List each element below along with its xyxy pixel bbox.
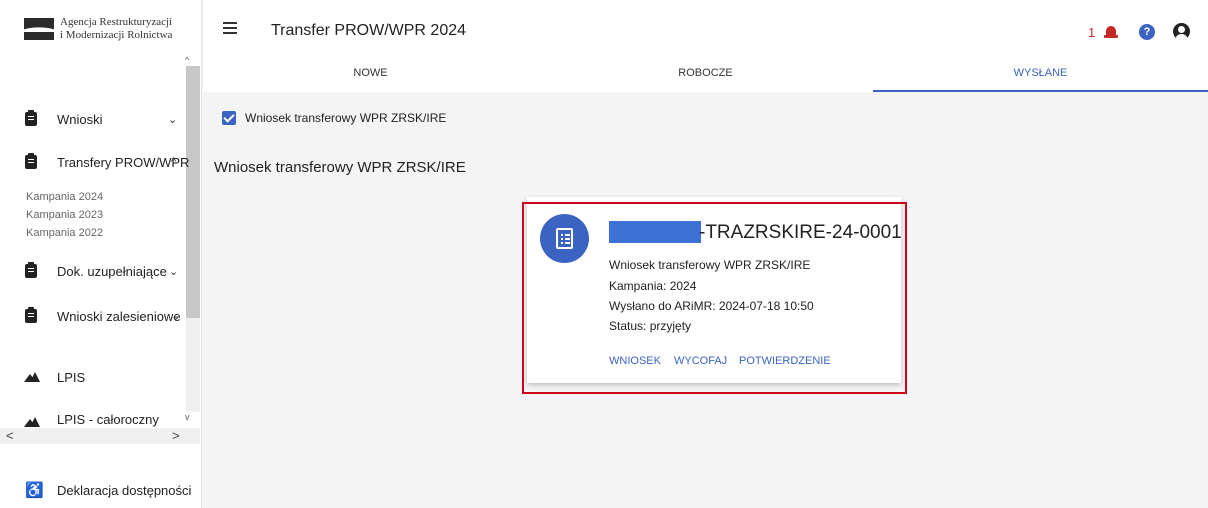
application-campaign: Kampania: 2024: [609, 279, 697, 293]
bell-icon[interactable]: [1104, 24, 1118, 40]
wniosek-button[interactable]: WNIOSEK: [609, 355, 661, 367]
logo-line-1: Agencja Restrukturyzacji: [60, 16, 173, 28]
tab-bar: NOWE ROBOCZE WYSŁANE: [203, 60, 1208, 92]
sidebar-item-lpis-caloroczny[interactable]: LPIS - całoroczny: [0, 413, 186, 427]
clipboard-icon: [25, 153, 37, 169]
card-avatar: [540, 214, 589, 263]
clipboard-icon: [25, 262, 37, 278]
chevron-down-icon: ⌄: [171, 310, 181, 323]
sidebar-item-lpis[interactable]: LPIS: [0, 365, 186, 389]
application-card: -TRAZRSKIRE-24-0001 Wniosek transferowy …: [527, 197, 902, 383]
sidebar-item-dok-uzupelniajace[interactable]: Dok. uzupełniające ⌄: [0, 259, 186, 283]
notification-count-badge[interactable]: 1: [1088, 25, 1095, 40]
sidebar-item-deklaracja-dostepnosci[interactable]: ♿ Deklaracja dostępności: [0, 478, 191, 502]
chevron-up-icon: ^: [171, 156, 177, 168]
account-icon[interactable]: [1173, 23, 1190, 40]
sidebar-item-label: Deklaracja dostępności: [57, 482, 192, 498]
application-id: -TRAZRSKIRE-24-0001: [699, 222, 902, 243]
wycofaj-button[interactable]: WYCOFAJ: [674, 355, 727, 367]
help-icon[interactable]: ?: [1139, 24, 1155, 40]
sidebar-subitem-kampania-2023[interactable]: Kampania 2023: [26, 209, 103, 221]
tab-nowe[interactable]: NOWE: [203, 60, 538, 92]
sidebar-item-label: Transfery PROW/WPR: [57, 154, 190, 170]
chevron-down-icon: ⌄: [169, 265, 179, 278]
clipboard-icon: [25, 307, 37, 323]
sidebar-item-wnioski-zalesieniowe[interactable]: Wnioski zalesieniowe ⌄: [0, 304, 186, 328]
tab-wyslane[interactable]: WYSŁANE: [873, 60, 1208, 92]
mountain-icon: [24, 417, 40, 427]
tab-robocze[interactable]: ROBOCZE: [538, 60, 873, 92]
page-title: Transfer PROW/WPR 2024: [271, 22, 467, 39]
scroll-left-arrow-icon[interactable]: <: [6, 428, 14, 443]
sidebar-scrollbar-thumb[interactable]: [186, 66, 200, 318]
sidebar: Agencja Restrukturyzacji i Modernizacji …: [0, 0, 202, 508]
logo-line-2: i Modernizacji Rolnictwa: [60, 29, 173, 41]
sidebar-item-label: LPIS - całoroczny: [57, 413, 159, 427]
sidebar-item-label: Dok. uzupełniające: [57, 263, 167, 279]
filter-checkbox-row[interactable]: Wniosek transferowy WPR ZRSK/IRE: [222, 111, 446, 125]
logo-text: Agencja Restrukturyzacji i Modernizacji …: [60, 16, 172, 42]
redacted-id-prefix: [609, 221, 701, 243]
clipboard-icon: [25, 110, 37, 126]
sidebar-item-wnioski[interactable]: Wnioski ⌄: [0, 107, 186, 131]
mountain-icon: [24, 372, 40, 382]
document-list-icon: [556, 228, 573, 249]
accessibility-icon: ♿: [25, 482, 44, 499]
sidebar-horizontal-scrollbar[interactable]: < >: [0, 428, 200, 444]
filter-label: Wniosek transferowy WPR ZRSK/IRE: [245, 111, 447, 125]
section-title: Wniosek transferowy WPR ZRSK/IRE: [214, 159, 466, 176]
sidebar-item-label: Wnioski zalesieniowe: [57, 308, 181, 324]
sidebar-subitem-kampania-2024[interactable]: Kampania 2024: [26, 191, 103, 203]
sidebar-item-label: Wnioski: [57, 111, 103, 127]
potwierdzenie-button[interactable]: POTWIERDZENIE: [739, 355, 831, 367]
application-sent-date: Wysłano do ARiMR: 2024-07-18 10:50: [609, 299, 814, 313]
sidebar-item-transfery[interactable]: Transfery PROW/WPR ^: [0, 150, 190, 174]
sidebar-subitem-kampania-2022[interactable]: Kampania 2022: [26, 227, 103, 239]
sidebar-item-label: LPIS: [57, 369, 86, 385]
hamburger-menu-icon[interactable]: [223, 27, 237, 29]
arimr-logo[interactable]: Agencja Restrukturyzacji i Modernizacji …: [18, 10, 198, 50]
arimr-logo-mark: [24, 18, 54, 40]
top-bar: Transfer PROW/WPR 2024 1 ?: [203, 0, 1208, 60]
chevron-down-icon: ⌄: [168, 113, 178, 126]
application-type: Wniosek transferowy WPR ZRSK/IRE: [609, 258, 811, 272]
status-badge: Status: przyjęty: [609, 319, 692, 333]
scroll-right-arrow-icon[interactable]: >: [172, 428, 180, 443]
scroll-up-arrow-icon[interactable]: ^: [185, 55, 189, 65]
filter-checkbox[interactable]: [222, 111, 236, 125]
